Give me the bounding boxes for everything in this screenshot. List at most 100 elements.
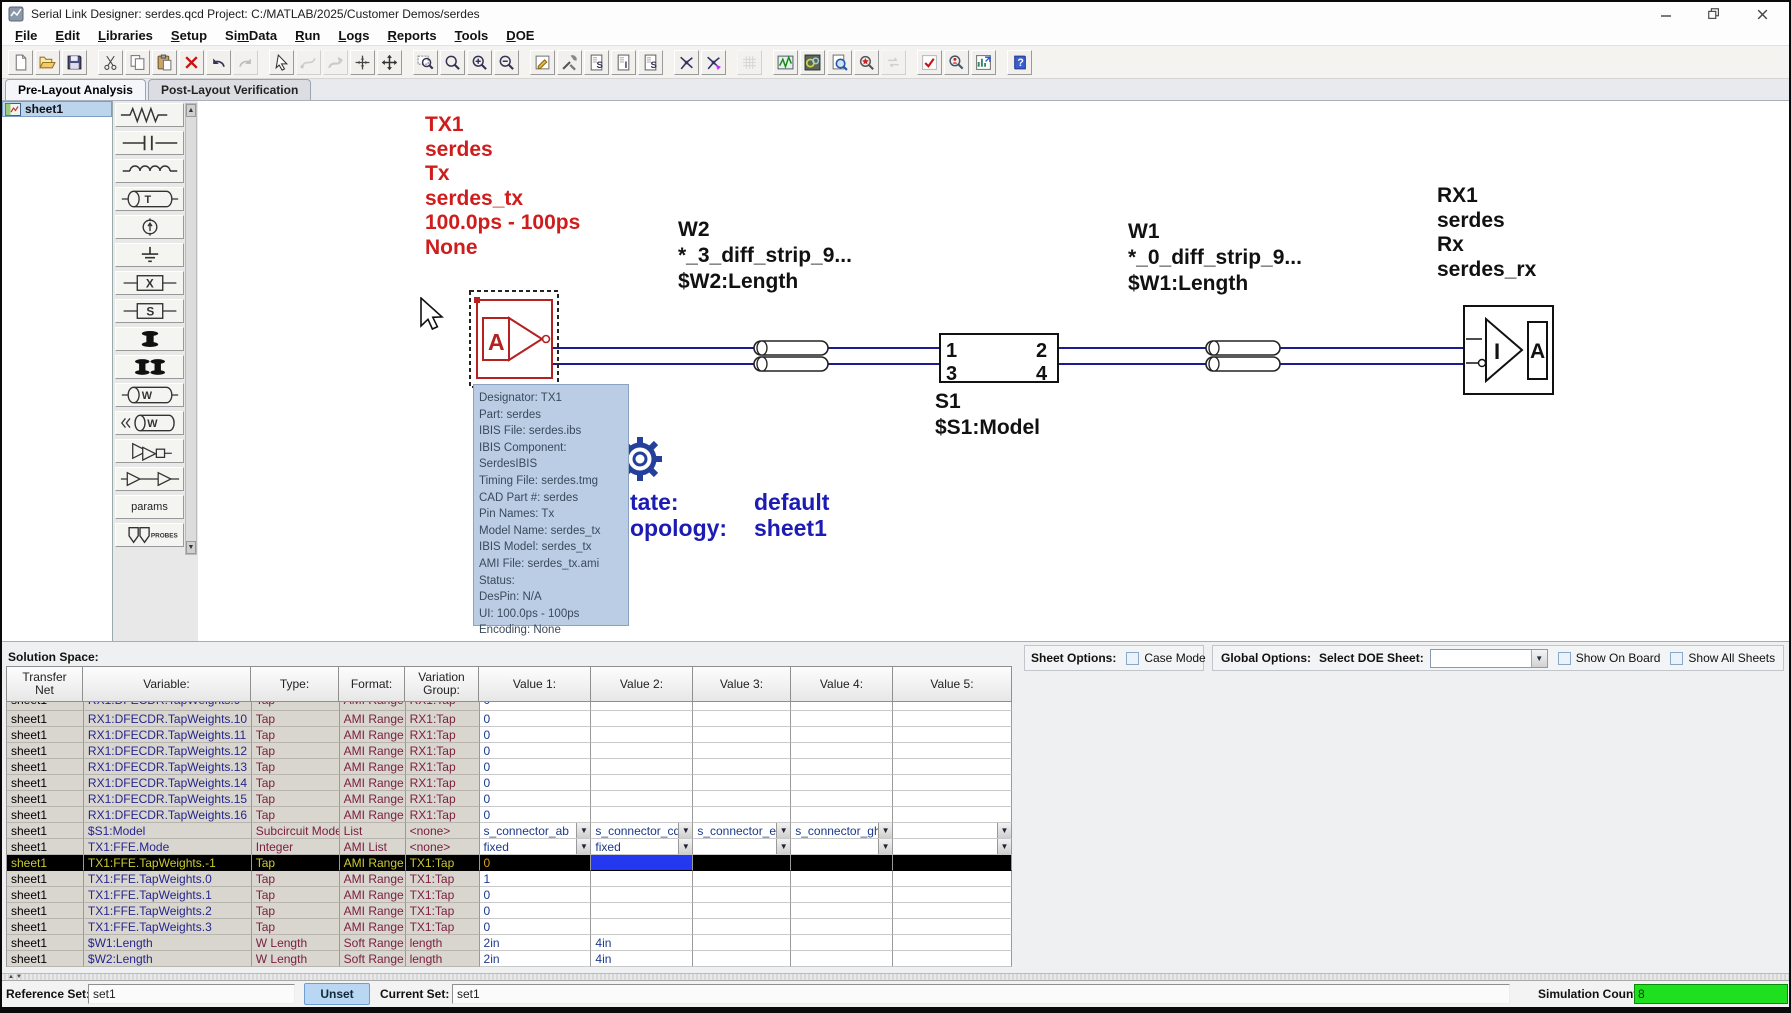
log-viewer-button[interactable] [827,50,852,75]
table-row[interactable]: sheet1RX1:DFECDR.TapWeights.13TapAMI Ran… [7,759,1012,775]
report-info-button[interactable]: I [611,50,636,75]
value-cell[interactable] [693,887,791,903]
value-cell[interactable] [893,855,1012,871]
pan-move-button[interactable] [377,50,402,75]
value-cell[interactable] [591,791,693,807]
cell[interactable]: Tap [252,743,340,759]
cell[interactable]: AMI Range [340,855,406,871]
table-row[interactable]: sheet1TX1:FFE.TapWeights.-1TapAMI RangeT… [7,855,1012,871]
new-file-button[interactable] [8,50,33,75]
cell[interactable]: TX1:Tap [406,855,480,871]
chevron-down-icon[interactable]: ▼ [997,839,1011,854]
cell[interactable]: AMI Range [340,871,406,887]
table-row[interactable]: sheet1TX1:FFE.TapWeights.1TapAMI RangeTX… [7,887,1012,903]
table-row[interactable]: sheet1TX1:FFE.TapWeights.0TapAMI RangeTX… [7,871,1012,887]
value-cell[interactable] [893,871,1012,887]
cell[interactable]: length [406,935,480,951]
value-cell[interactable] [693,743,791,759]
cell[interactable]: Tap [252,775,340,791]
report-sim-button[interactable]: S [638,50,663,75]
cell[interactable]: AMI Range [340,702,406,711]
cell[interactable]: Tap [252,791,340,807]
value-cell[interactable] [893,775,1012,791]
value-cell[interactable] [791,775,893,791]
value-cell[interactable] [591,903,693,919]
table-row[interactable]: sheet1RX1:DFECDR.TapWeights.9TapAMI Rang… [7,702,1012,711]
cell[interactable]: $W1:Length [84,935,252,951]
value-cell[interactable] [693,855,791,871]
column-header[interactable]: Value 4: [791,666,893,702]
cell[interactable]: <none> [406,823,480,839]
tab-post-layout-verification[interactable]: Post-Layout Verification [148,79,311,100]
palette-item-coupled-w-line[interactable]: W [115,411,184,435]
table-row[interactable]: sheet1$W1:LengthW LengthSoft Rangelength… [7,935,1012,951]
cell[interactable]: AMI Range [340,791,406,807]
table-row[interactable]: sheet1RX1:DFECDR.TapWeights.15TapAMI Ran… [7,791,1012,807]
cell[interactable]: AMI Range [340,775,406,791]
chevron-down-icon[interactable]: ▼ [776,839,790,854]
tx1-transmitter-symbol[interactable]: A [470,291,558,387]
palette-item-io-buffer[interactable] [115,467,184,491]
menu-simdata[interactable]: SimData [216,27,286,44]
cell[interactable]: RX1:Tap [406,807,480,823]
cell[interactable]: List [340,823,406,839]
value-cell[interactable] [893,951,1012,967]
doe-run-button[interactable] [854,50,879,75]
cell[interactable]: <none> [406,839,480,855]
cell[interactable]: TX1:Tap [406,903,480,919]
zoom-fit-button[interactable] [440,50,465,75]
table-row[interactable]: sheet1RX1:DFECDR.TapWeights.14TapAMI Ran… [7,775,1012,791]
value-cell[interactable] [791,727,893,743]
value-cell[interactable] [693,727,791,743]
cell[interactable]: sheet1 [7,759,84,775]
cell[interactable]: TX1:FFE.TapWeights.0 [84,871,252,887]
chevron-down-icon[interactable]: ▼ [678,839,692,854]
value-cell[interactable] [893,903,1012,919]
cell[interactable]: length [406,951,480,967]
value-cell[interactable] [893,919,1012,935]
value-cell[interactable]: ▼ [893,839,1012,855]
zoom-window-button[interactable] [413,50,438,75]
column-header[interactable]: Variable: [83,666,251,702]
cell[interactable]: sheet1 [7,727,84,743]
net-wizard-button[interactable] [674,50,699,75]
value-cell[interactable] [791,951,893,967]
value-cell[interactable] [693,935,791,951]
palette-scroll-up-icon[interactable]: ▲ [186,104,196,117]
value-cell[interactable] [693,759,791,775]
cell[interactable]: AMI Range [340,743,406,759]
table-row[interactable]: sheet1RX1:DFECDR.TapWeights.10TapAMI Ran… [7,711,1012,727]
value-cell[interactable] [591,759,693,775]
palette-item-s-block[interactable]: S [115,299,184,323]
cell[interactable]: sheet1 [7,919,84,935]
cell[interactable]: $W2:Length [84,951,252,967]
simulate-gears-button[interactable] [800,50,825,75]
schematic-canvas[interactable]: 1 3 2 4 I [198,101,1789,641]
cell[interactable]: RX1:Tap [406,743,480,759]
column-header[interactable]: Type: [251,666,339,702]
table-row[interactable]: sheet1$S1:ModelSubcircuit ModelList<none… [7,823,1012,839]
cell[interactable]: Tap [252,727,340,743]
value-cell[interactable]: s_connector_gh▼ [791,823,893,839]
value-cell[interactable] [591,775,693,791]
value-cell[interactable]: 0 [480,807,592,823]
menu-edit[interactable]: Edit [46,27,89,44]
chevron-down-icon[interactable]: ▼ [576,823,590,838]
value-cell[interactable]: 2in [480,935,592,951]
cell[interactable]: Tap [252,871,340,887]
column-header[interactable]: Value 1: [479,666,591,702]
column-header[interactable]: Value 5: [893,666,1012,702]
cell[interactable]: Subcircuit Model [252,823,340,839]
value-cell[interactable] [693,951,791,967]
palette-item-via[interactable] [115,327,184,351]
value-cell[interactable]: ▼ [893,823,1012,839]
tree-item-sheet1[interactable]: sheet1 [2,101,112,117]
toolkit-button[interactable] [557,50,582,75]
cell[interactable]: sheet1 [7,775,84,791]
value-cell[interactable] [791,935,893,951]
reference-set-field[interactable]: set1 [88,984,295,1004]
paste-button[interactable] [152,50,177,75]
value-cell[interactable]: ▼ [693,839,791,855]
copy-button[interactable] [125,50,150,75]
cell[interactable]: Tap [252,807,340,823]
